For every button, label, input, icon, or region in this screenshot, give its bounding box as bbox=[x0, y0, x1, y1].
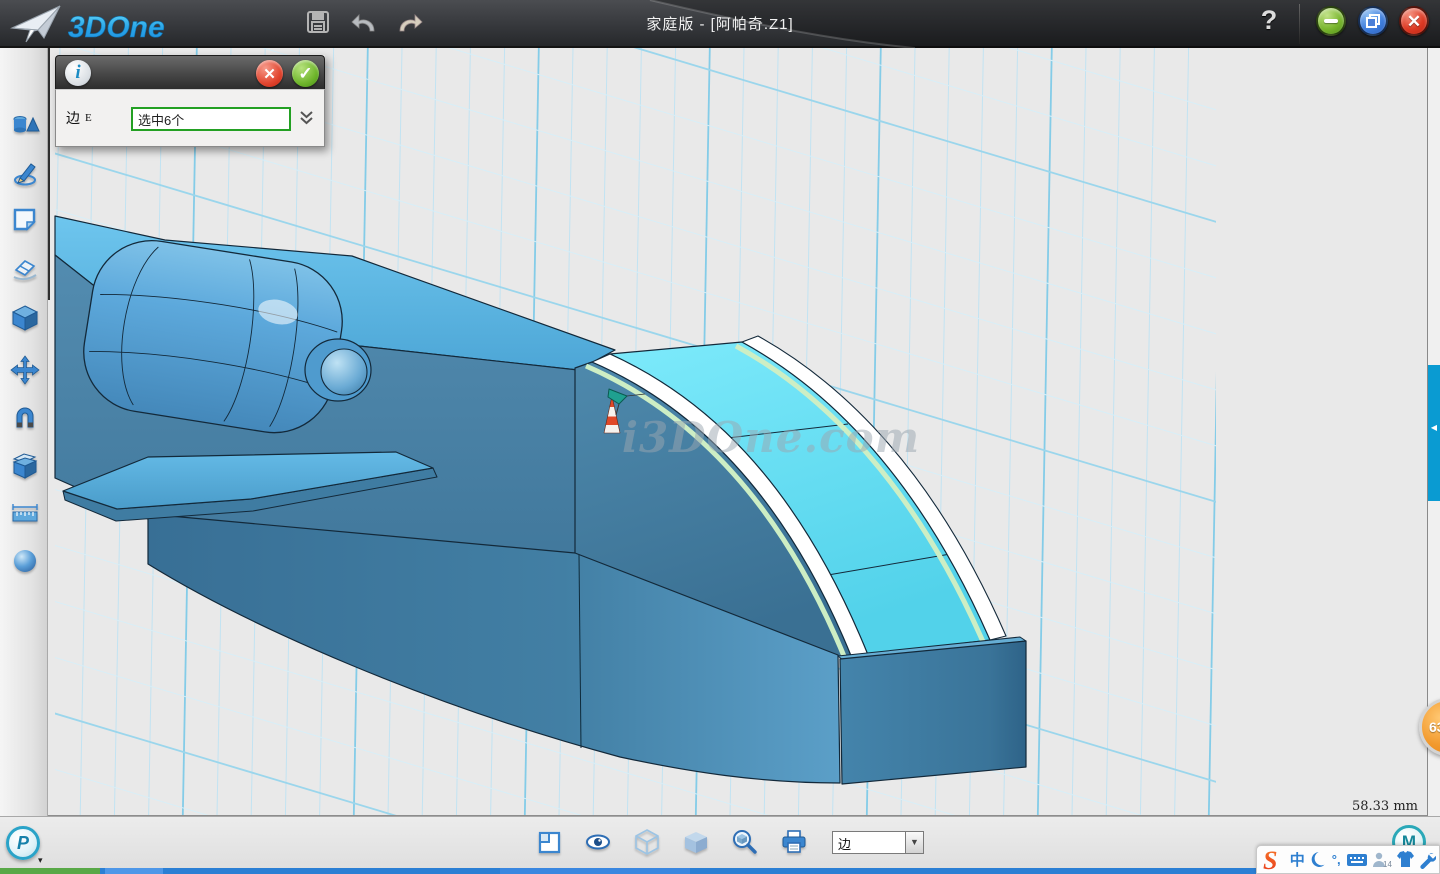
solids-icon bbox=[10, 110, 40, 140]
titlebar: 3DOne bbox=[0, 0, 1440, 48]
sidebar-item-sketch-plane[interactable] bbox=[8, 203, 42, 237]
wrench-icon[interactable] bbox=[1418, 848, 1436, 872]
display-mode-combobox[interactable]: 边 ▼ bbox=[832, 831, 924, 854]
chinese-mode-icon[interactable]: 中 bbox=[1289, 848, 1306, 872]
shaded-display-button[interactable] bbox=[681, 827, 711, 857]
wireframe-display-icon bbox=[633, 828, 661, 856]
selection-dialog-header[interactable]: i ✕ ✓ bbox=[55, 55, 325, 89]
sidebar-item-eraser-edit[interactable] bbox=[8, 252, 42, 286]
p-badge-dropdown-caret[interactable]: ▾ bbox=[38, 855, 43, 866]
tailbox-front-face[interactable] bbox=[840, 641, 1026, 784]
expand-chevrons-icon[interactable] bbox=[299, 109, 314, 126]
selection-dialog: i ✕ ✓ 边 E bbox=[55, 55, 325, 147]
zoom-button[interactable] bbox=[730, 827, 760, 857]
render-sphere-icon bbox=[10, 546, 40, 576]
skin-tshirt-icon[interactable] bbox=[1396, 848, 1415, 872]
sogou-logo-icon[interactable]: S bbox=[1260, 848, 1286, 872]
sidebar-item-measure[interactable] bbox=[8, 496, 42, 530]
magnet-constraint-icon bbox=[10, 403, 40, 433]
print-icon bbox=[780, 828, 808, 856]
restore-icon bbox=[1366, 14, 1380, 28]
minimize-icon bbox=[1324, 19, 1338, 23]
special-box-icon bbox=[10, 451, 40, 481]
move-arrows-icon bbox=[10, 355, 40, 385]
svg-text:S: S bbox=[1263, 847, 1277, 873]
minimize-button[interactable] bbox=[1316, 6, 1346, 36]
scene-canvas[interactable]: i3DOne.com 58.33 mm bbox=[48, 48, 1427, 816]
selection-dialog-body: 边 E bbox=[55, 89, 325, 147]
sidebar-item-magnet-constraint[interactable] bbox=[8, 401, 42, 435]
keyboard-icon[interactable] bbox=[1346, 848, 1368, 872]
os-taskbar-strip bbox=[0, 868, 1440, 874]
shaded-display-icon bbox=[682, 828, 710, 856]
moon-icon[interactable] bbox=[1309, 848, 1327, 872]
eraser-edit-icon bbox=[10, 254, 40, 284]
confirm-button[interactable]: ✓ bbox=[292, 60, 319, 87]
sidebar-item-cube-edit[interactable] bbox=[8, 301, 42, 335]
restore-button[interactable] bbox=[1358, 6, 1388, 36]
svg-text:14: 14 bbox=[1383, 860, 1392, 868]
titlebar-separator bbox=[1299, 4, 1300, 44]
close-icon: ✕ bbox=[1407, 13, 1421, 30]
selection-input[interactable] bbox=[131, 107, 291, 131]
sketch-plane-icon bbox=[10, 205, 40, 235]
close-button[interactable]: ✕ bbox=[1399, 6, 1429, 36]
bottom-toolbar: P ▾ bbox=[0, 816, 1440, 868]
cube-edit-icon bbox=[10, 303, 40, 333]
user-count-icon[interactable]: 14 bbox=[1371, 848, 1393, 872]
zoom-icon bbox=[731, 828, 759, 856]
taskbar-seg-green bbox=[0, 868, 100, 874]
field-key: E bbox=[85, 112, 92, 124]
viewport-left-edge bbox=[48, 48, 50, 300]
watermark: i3DOne.com bbox=[622, 413, 920, 462]
view-layout-button[interactable] bbox=[534, 827, 564, 857]
visibility-eye-icon bbox=[584, 829, 612, 855]
sketch-pencil-icon bbox=[10, 158, 40, 188]
sidebar-item-render[interactable] bbox=[8, 544, 42, 578]
punctuation-icon[interactable]: °, bbox=[1330, 848, 1343, 872]
sidebar-item-sketch[interactable] bbox=[8, 156, 42, 190]
print-button[interactable] bbox=[779, 827, 809, 857]
dimension-readout: 58.33 mm bbox=[1352, 799, 1418, 814]
cancel-button[interactable]: ✕ bbox=[256, 60, 283, 87]
visibility-button[interactable] bbox=[583, 827, 613, 857]
help-button[interactable]: ? bbox=[1254, 5, 1284, 39]
combobox-caret-icon: ▼ bbox=[906, 831, 924, 854]
measure-ruler-icon bbox=[10, 498, 40, 528]
field-label: 边 bbox=[66, 108, 80, 128]
cancel-icon: ✕ bbox=[263, 65, 276, 83]
sidebar-item-solids[interactable] bbox=[8, 108, 42, 142]
view-layout-icon bbox=[536, 829, 562, 855]
sidebar-item-move[interactable] bbox=[8, 353, 42, 387]
taskbar-seg-light1 bbox=[105, 868, 163, 874]
wireframe-display-button[interactable] bbox=[632, 827, 662, 857]
display-mode-value: 边 bbox=[832, 831, 906, 854]
info-icon: i bbox=[65, 60, 91, 86]
taskbar-seg-light2 bbox=[500, 868, 690, 874]
viewport-3d[interactable]: i3DOne.com 58.33 mm i ✕ ✓ 边 E bbox=[48, 48, 1427, 816]
sidebar bbox=[0, 48, 48, 816]
3done-window: 3DOne bbox=[0, 0, 1440, 874]
ime-toolbar: S 中 °, 14 bbox=[1256, 845, 1440, 874]
profile-p-badge[interactable]: P bbox=[6, 826, 40, 860]
sidebar-item-special-box[interactable] bbox=[8, 449, 42, 483]
window-title: 家庭版 - [阿帕奇.Z1] bbox=[0, 13, 1440, 34]
collapse-arrow-icon: ◀ bbox=[1431, 423, 1437, 501]
barrel-bore bbox=[321, 349, 367, 395]
help-icon: ? bbox=[1261, 5, 1278, 35]
panel-collapse-tab[interactable]: ◀ bbox=[1428, 365, 1440, 501]
confirm-icon: ✓ bbox=[298, 64, 312, 84]
